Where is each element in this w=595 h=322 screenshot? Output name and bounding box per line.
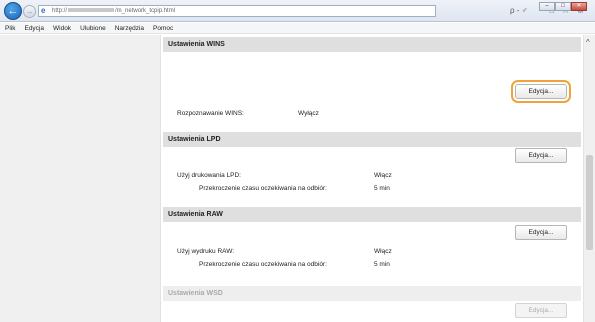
section-header-wsd: Ustawienia WSD [163, 286, 581, 301]
left-navigation-pane [0, 35, 160, 322]
menu-item-edit[interactable]: Edycja [24, 23, 44, 33]
scroll-up-arrow-icon[interactable]: ^ [586, 38, 590, 47]
raw-use-value: Włącz [374, 248, 392, 255]
menu-item-favorites[interactable]: Ulubione [80, 23, 106, 33]
menu-item-help[interactable]: Pomoc [153, 23, 173, 33]
address-url: http:// /m_network_tcpip.html [52, 7, 175, 16]
menu-item-view[interactable]: Widok [53, 23, 71, 33]
forward-arrow-icon[interactable]: → [23, 5, 36, 18]
section-header-wins: Ustawienia WINS [163, 37, 581, 52]
address-url-prefix: http:// [52, 8, 68, 14]
lpd-use-value: Włącz [374, 172, 392, 179]
menu-item-file[interactable]: Plik [5, 23, 15, 33]
menu-bar: Plik Edycja Widok Ulubione Narzędzia Pom… [0, 23, 595, 34]
raw-timeout-label: Przekroczenie czasu oczekiwania na odbió… [199, 261, 327, 268]
browser-titlebar: ← → e http:// /m_network_tcpip.html ρ - ♂… [0, 0, 595, 22]
ie-page-icon: e [41, 6, 46, 15]
raw-edit-button[interactable]: Edycja... [515, 225, 567, 240]
wins-edit-button[interactable]: Edycja... [511, 80, 571, 103]
minimize-button[interactable]: – [539, 2, 555, 11]
wins-resolution-label: Rozpoznawanie WINS: [177, 110, 244, 117]
scroll-thumb[interactable] [586, 155, 593, 250]
search-icon[interactable]: ρ - ♂ [510, 6, 528, 15]
lpd-use-label: Użyj drukowania LPD: [177, 172, 241, 179]
address-url-suffix: /m_network_tcpip.html [115, 8, 176, 14]
pane-divider [160, 35, 161, 322]
lpd-edit-button[interactable]: Edycja... [515, 148, 567, 163]
close-button[interactable]: ✕ [571, 2, 587, 11]
wsd-edit-button[interactable]: Edycja... [515, 303, 567, 318]
address-bar[interactable]: e http:// /m_network_tcpip.html [38, 5, 436, 17]
maximize-button[interactable]: □ [555, 2, 571, 11]
raw-use-label: Użyj wydruku RAW: [177, 248, 235, 255]
raw-timeout-value: 5 min [374, 261, 390, 268]
wins-resolution-value: Wyłącz [298, 110, 319, 117]
back-arrow-icon[interactable]: ← [4, 2, 22, 20]
section-header-raw: Ustawienia RAW [163, 207, 581, 222]
address-url-redacted [68, 8, 115, 13]
menu-item-tools[interactable]: Narzędzia [115, 23, 144, 33]
section-header-lpd: Ustawienia LPD [163, 132, 581, 147]
lpd-timeout-value: 5 min [374, 185, 390, 192]
vertical-scrollbar[interactable]: ^ [583, 35, 595, 322]
settings-content: Ustawienia WINS Edycja... Rozpoznawanie … [163, 35, 581, 322]
lpd-timeout-label: Przekroczenie czasu oczekiwania na odbió… [199, 185, 327, 192]
window-controls: – □ ✕ [539, 2, 587, 11]
address-tools[interactable]: ρ - ♂ [510, 6, 528, 15]
